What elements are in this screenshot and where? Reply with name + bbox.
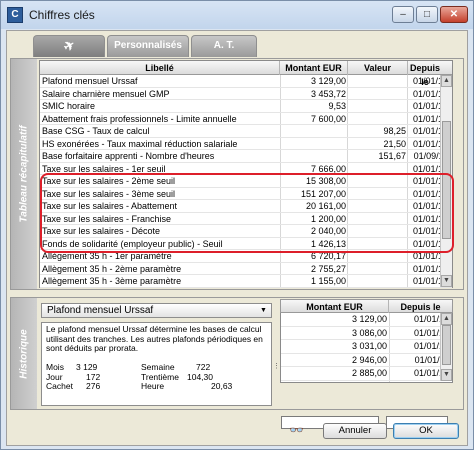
glasses-icon[interactable]: 👓 [289,423,304,437]
history-cell: 3 086,00 [351,327,387,338]
history-row[interactable]: 2 885,00 01/01/10 [281,367,452,381]
history-cell: 3 031,00 [351,341,387,351]
table-cell: 1 155,00 [310,276,346,286]
table-cell: Base CSG - Taux de calcul [42,126,150,136]
minimize-button[interactable]: – [392,6,414,23]
history-col-depuis[interactable]: Depuis le [389,300,452,314]
table-cell: Allègement 35 h - 2ème paramètre [42,263,182,274]
table-cell: 98,25 [383,126,406,136]
red-highlight-box [40,173,454,253]
client-area: ✈ Personnalisés A. T. Tableau récapitula… [6,30,468,446]
summary-panel: Tableau récapitulatif Libellé Montant EU… [10,58,464,290]
history-cell: 2 885,00 [351,368,387,378]
history-select[interactable]: Plafond mensuel Urssaf ▼ [41,303,272,318]
table-header: Libellé Montant EUR Valeur Depuis le [40,61,452,87]
history-row[interactable]: 3 031,00 01/01/12 [281,340,452,354]
close-button[interactable]: ✕ [440,6,468,23]
col-depuis[interactable]: Depuis le [408,61,442,87]
summary-side-label: Tableau récapitulatif [11,59,37,289]
scroll-up-icon[interactable]: ▲ [441,313,452,325]
col-montant[interactable]: Montant EUR [280,61,348,75]
history-table: Montant EUR Depuis le 3 129,00 01/01/14 3 … [280,299,453,412]
table-row[interactable]: Abattement frais professionnels - Limite… [40,113,452,125]
history-panel: Historique Plafond mensuel Urssaf ▼ Le p… [10,297,464,429]
history-table-header: Montant EUR Depuis le [280,299,453,314]
tab-at[interactable]: A. T. [191,35,257,57]
scroll-down-icon[interactable]: ▼ [441,275,452,287]
table-row[interactable]: Salaire charnière mensuel GMP 3 453,72 01/… [40,88,452,100]
chevron-down-icon: ▼ [260,307,267,314]
table-cell: Plafond mensuel Urssaf [42,76,138,86]
window: C Chiffres clés – □ ✕ ✈ Personnalisés A.… [0,0,474,450]
table-cell: Abattement frais professionnels - Limite… [42,113,237,124]
table-row[interactable]: Allègement 35 h - 3ème paramètre 1 155,00… [40,275,452,288]
table-cell: Salaire charnière mensuel GMP [42,88,170,99]
maximize-button[interactable]: □ [416,6,438,23]
history-description: Le plafond mensuel Urssaf détermine les … [41,322,272,406]
history-rows: 3 129,00 01/01/14 3 086,00 01/01/13 3 031,00… [281,313,452,381]
table-cell: HS exonérées - Taux maximal réduction sa… [42,138,238,149]
tab-airplane[interactable]: ✈ [33,35,105,57]
table-cell: Allègement 35 h - 3ème paramètre [42,276,182,286]
scroll-thumb[interactable] [442,325,451,365]
table-cell: 151,67 [378,151,406,161]
col-valeur[interactable]: Valeur [348,61,408,75]
table-cell: 9,53 [328,101,346,111]
history-col-montant[interactable]: Montant EUR [281,300,389,314]
table-row[interactable]: HS exonérées - Taux maximal réduction sa… [40,138,452,150]
table-cell: 2 755,27 [310,263,346,274]
table-cell: 21,50 [383,138,406,149]
table-cell: SMIC horaire [42,101,96,111]
history-cell: 3 129,00 [351,314,387,324]
title-bar: C Chiffres clés – □ ✕ [1,1,473,29]
ok-button[interactable]: OK [393,423,459,439]
cancel-button[interactable]: Annuler [323,423,387,439]
resize-grip-icon[interactable]: ⋮ [273,362,280,370]
table-cell: 7 600,00 [310,113,346,124]
history-scrollbar[interactable]: ▲ ▼ [440,313,452,381]
table-cell: 3 453,72 [310,88,346,99]
table-cell: 3 129,00 [310,76,346,86]
app-icon: C [7,7,23,23]
history-row[interactable]: 3 129,00 01/01/14 [281,313,452,327]
table-row[interactable]: Plafond mensuel Urssaf 3 129,00 01/01/14 [40,75,452,88]
table-row[interactable]: Allègement 35 h - 2ème paramètre 2 755,27… [40,263,452,275]
airplane-icon: ✈ [60,36,78,55]
history-rows-box: 3 129,00 01/01/14 3 086,00 01/01/13 3 031,00… [280,313,453,383]
history-selected: Plafond mensuel Urssaf [47,305,154,316]
table-row[interactable]: SMIC horaire 9,53 01/01/14 [40,100,452,113]
table-cell: Base forfaitaire apprenti - Nombre d'heu… [42,151,215,161]
scroll-down-icon[interactable]: ▼ [441,369,452,381]
window-title: Chiffres clés [29,8,95,22]
scroll-up-icon[interactable]: ▲ [441,75,452,87]
tab-personnalises[interactable]: Personnalisés [107,35,189,57]
col-libelle[interactable]: Libellé [40,61,280,75]
history-row[interactable]: 3 086,00 01/01/13 [281,327,452,340]
table-row[interactable]: Base forfaitaire apprenti - Nombre d'heu… [40,150,452,163]
history-cell: 2 946,00 [351,354,387,365]
table-row[interactable]: Base CSG - Taux de calcul 98,25 01/01/12 [40,125,452,138]
history-row[interactable]: 2 946,00 01/01/11 [281,354,452,367]
history-side-label: Historique [11,298,37,409]
